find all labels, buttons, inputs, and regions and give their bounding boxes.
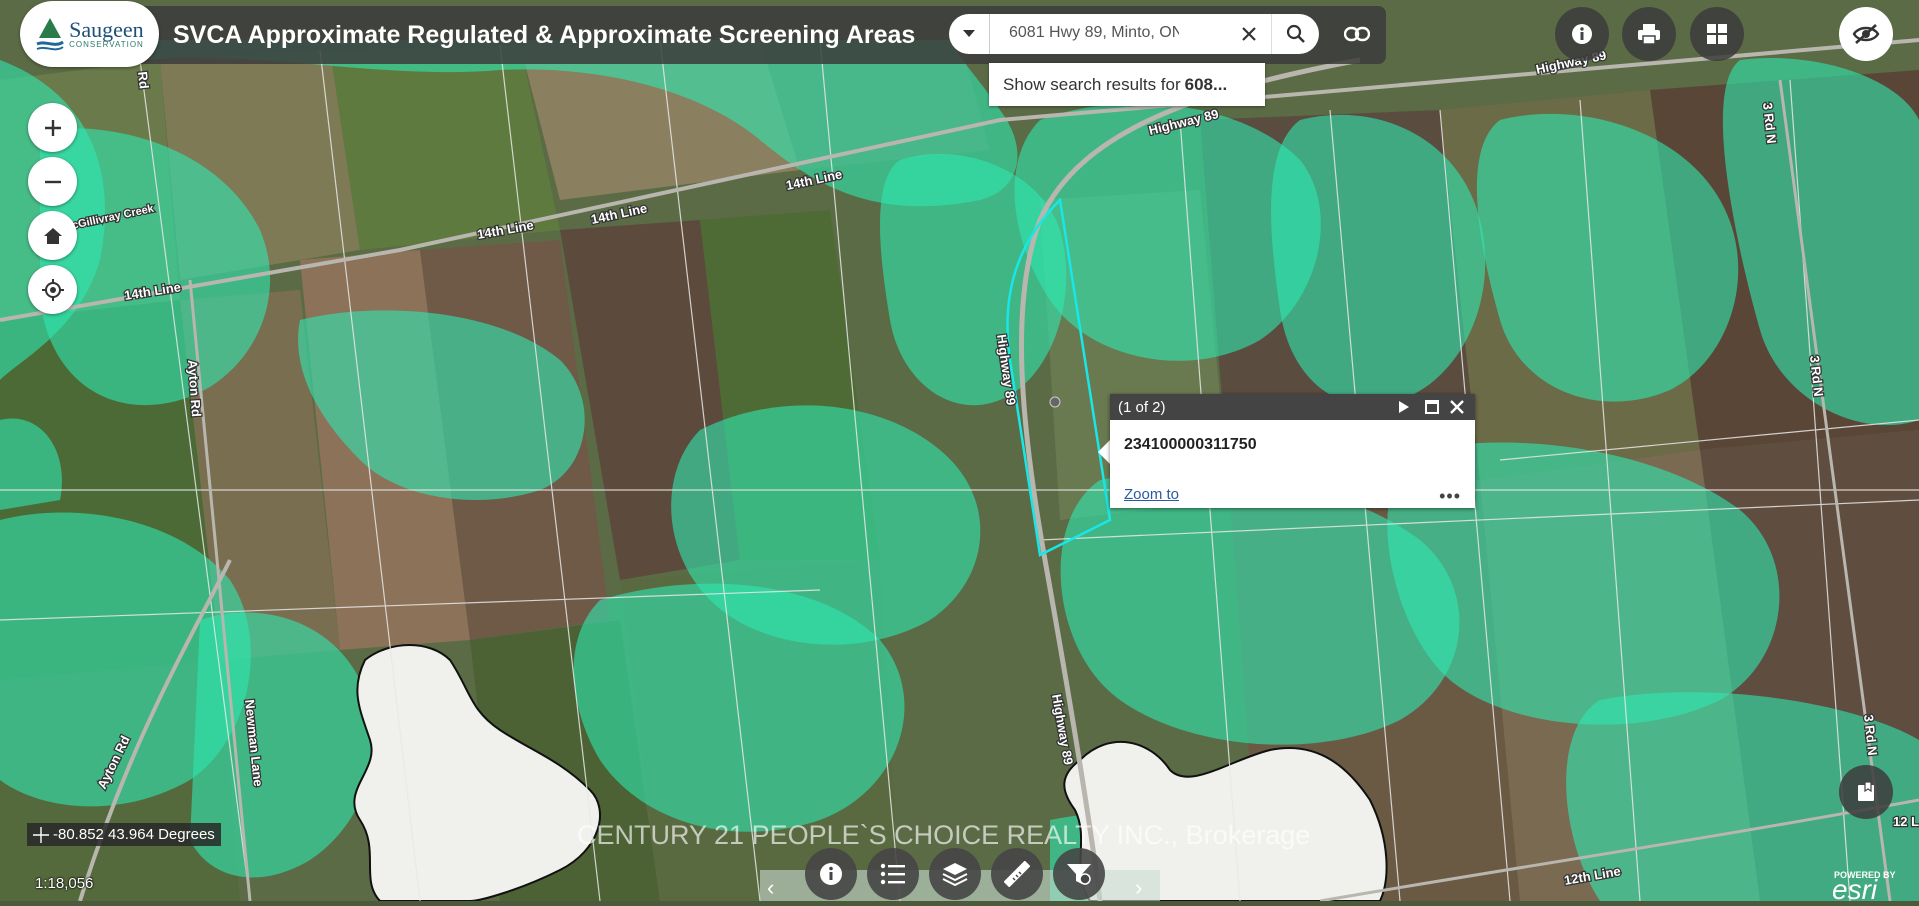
label-12th-line-edge: 12 L (1893, 814, 1919, 829)
home-button[interactable] (28, 211, 77, 260)
search-button[interactable] (1271, 14, 1320, 54)
crosshair-icon (33, 826, 49, 843)
my-location-button[interactable] (28, 265, 77, 314)
play-next-icon (1399, 401, 1409, 413)
measure-icon (1004, 861, 1030, 887)
toolbar-prev-button[interactable]: ‹ (767, 875, 774, 901)
info-icon (820, 863, 842, 885)
legend-icon (880, 863, 905, 885)
legend-tool-button[interactable] (867, 848, 919, 900)
feature-popup: (1 of 2) 234100000311750 Zoom to ••• (1110, 394, 1475, 508)
tree-logo-icon (36, 18, 65, 51)
popup-pointer (1098, 440, 1110, 464)
zoom-out-button[interactable] (28, 157, 77, 206)
link-icon (1344, 26, 1370, 42)
basemap-gallery-button[interactable] (1690, 7, 1744, 61)
chevron-down-icon (963, 30, 975, 37)
about-button[interactable] (1555, 7, 1609, 61)
coordinate-readout[interactable]: -80.852 43.964 Degrees (27, 823, 221, 846)
print-button[interactable] (1622, 7, 1676, 61)
search-suggestion[interactable]: Show search results for 608... (989, 63, 1265, 106)
coordinate-text: -80.852 43.964 Degrees (53, 826, 215, 843)
label-rd-top: Rd (135, 71, 152, 90)
minus-icon (44, 180, 61, 183)
hide-icon (1852, 24, 1880, 44)
close-icon (1450, 400, 1464, 414)
print-icon (1638, 24, 1660, 45)
scale-text: 1:18,056 (35, 875, 94, 892)
toggle-ui-button[interactable] (1839, 7, 1893, 61)
popup-next-button[interactable] (1395, 398, 1413, 416)
info-icon (1572, 24, 1592, 44)
bookmark-button[interactable] (1839, 765, 1893, 819)
watermark: CENTURY 21 PEOPLE`S CHOICE REALTY INC., … (577, 820, 1311, 850)
logo-name: Saugeen (69, 17, 144, 42)
home-icon (43, 227, 62, 244)
filter-tool-button[interactable] (1053, 848, 1105, 900)
suggestion-term: 608... (1184, 74, 1228, 94)
measure-tool-button[interactable] (991, 848, 1043, 900)
search-box: 6081 Hwy 89, Minto, ON, N0G (949, 14, 1319, 54)
location-marker[interactable] (1049, 396, 1061, 408)
logo[interactable]: Saugeen CONSERVATION (20, 1, 159, 67)
info-tool-button[interactable] (805, 848, 857, 900)
clear-search-button[interactable] (1237, 22, 1261, 46)
basemap[interactable]: Highway 89 Highway 89 Highway 89 Highway… (0, 0, 1919, 901)
maximize-icon (1425, 400, 1439, 414)
popup-header: (1 of 2) (1110, 394, 1475, 420)
esri-attribution[interactable]: POWERED BY esri (1832, 868, 1919, 905)
close-icon (1242, 27, 1256, 41)
parcel-id: 234100000311750 (1124, 436, 1257, 453)
toolbar-next-button[interactable]: › (1135, 875, 1142, 901)
layers-icon (942, 863, 968, 886)
filter-icon (1067, 864, 1091, 885)
search-source-dropdown[interactable] (949, 14, 990, 54)
locate-icon (41, 278, 64, 301)
popup-counter: (1 of 2) (1118, 398, 1166, 416)
popup-maximize-button[interactable] (1423, 398, 1441, 416)
share-link-button[interactable] (1330, 7, 1384, 61)
grid-icon (1707, 24, 1727, 44)
zoom-in-button[interactable] (28, 103, 77, 152)
zoom-to-link[interactable]: Zoom to (1124, 486, 1179, 503)
suggestion-prefix: Show search results for (1003, 74, 1181, 94)
more-actions-button[interactable]: ••• (1439, 486, 1461, 507)
plus-icon (44, 119, 61, 136)
esri-logo: esri (1832, 874, 1878, 905)
page-title: SVCA Approximate Regulated & Approximate… (173, 21, 916, 49)
logo-subtitle: CONSERVATION (69, 40, 144, 49)
popup-close-button[interactable] (1448, 398, 1466, 416)
search-input[interactable]: 6081 Hwy 89, Minto, ON, N0G (1009, 24, 1179, 42)
bookmark-icon (1858, 781, 1874, 801)
layers-tool-button[interactable] (929, 848, 981, 900)
search-icon (1286, 24, 1305, 43)
